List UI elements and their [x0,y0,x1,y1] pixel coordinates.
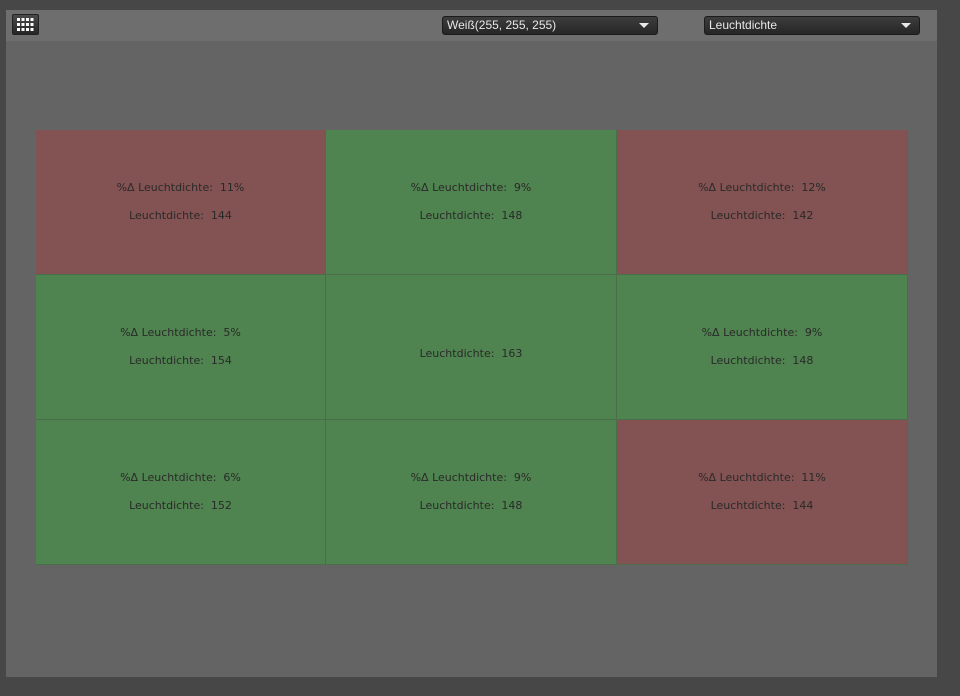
chevron-down-icon [639,23,649,28]
chevron-down-icon [901,23,911,28]
delta-label: %Δ Leuchtdichte: 9% [410,181,532,194]
grid-cell: %Δ Leuchtdichte: 9% Leuchtdichte: 148 [617,275,908,420]
value-label: Leuchtdichte: 163 [419,347,523,360]
grid-cell-reference: Leuchtdichte: 163 [326,275,617,420]
value-label: Leuchtdichte: 152 [129,499,232,512]
color-select-value: Weiß(255, 255, 255) [447,18,557,32]
delta-label: %Δ Leuchtdichte: 11% [116,181,245,194]
grid-cell: %Δ Leuchtdichte: 9% Leuchtdichte: 148 [326,420,617,565]
main-window: Weiß(255, 255, 255) Leuchtdichte %Δ Leuc… [6,10,937,677]
value-label: Leuchtdichte: 154 [129,354,232,367]
grid-cell: %Δ Leuchtdichte: 11% Leuchtdichte: 144 [36,130,326,275]
grid-layout-button[interactable] [12,14,39,35]
delta-label: %Δ Leuchtdichte: 12% [698,181,826,194]
value-label: Leuchtdichte: 148 [710,354,814,367]
color-select[interactable]: Weiß(255, 255, 255) [442,16,658,35]
value-label: Leuchtdichte: 144 [710,499,814,512]
grid-cell: %Δ Leuchtdichte: 5% Leuchtdichte: 154 [36,275,326,420]
delta-label: %Δ Leuchtdichte: 11% [698,471,826,484]
delta-label: %Δ Leuchtdichte: 5% [120,326,241,339]
grid-cell: %Δ Leuchtdichte: 12% Leuchtdichte: 142 [617,130,908,275]
delta-label: %Δ Leuchtdichte: 9% [701,326,823,339]
value-label: Leuchtdichte: 142 [710,209,814,222]
grid-cell: %Δ Leuchtdichte: 6% Leuchtdichte: 152 [36,420,326,565]
delta-label: %Δ Leuchtdichte: 6% [120,471,241,484]
grid-icon [17,18,34,31]
metric-select[interactable]: Leuchtdichte [704,16,920,35]
value-label: Leuchtdichte: 144 [129,209,232,222]
grid-cell: %Δ Leuchtdichte: 11% Leuchtdichte: 144 [617,420,908,565]
value-label: Leuchtdichte: 148 [419,209,523,222]
delta-label: %Δ Leuchtdichte: 9% [410,471,532,484]
grid-cell: %Δ Leuchtdichte: 9% Leuchtdichte: 148 [326,130,617,275]
toolbar: Weiß(255, 255, 255) Leuchtdichte [6,10,937,41]
value-label: Leuchtdichte: 148 [419,499,523,512]
metric-select-value: Leuchtdichte [709,18,778,32]
uniformity-grid: %Δ Leuchtdichte: 11% Leuchtdichte: 144 %Δ… [36,130,908,565]
